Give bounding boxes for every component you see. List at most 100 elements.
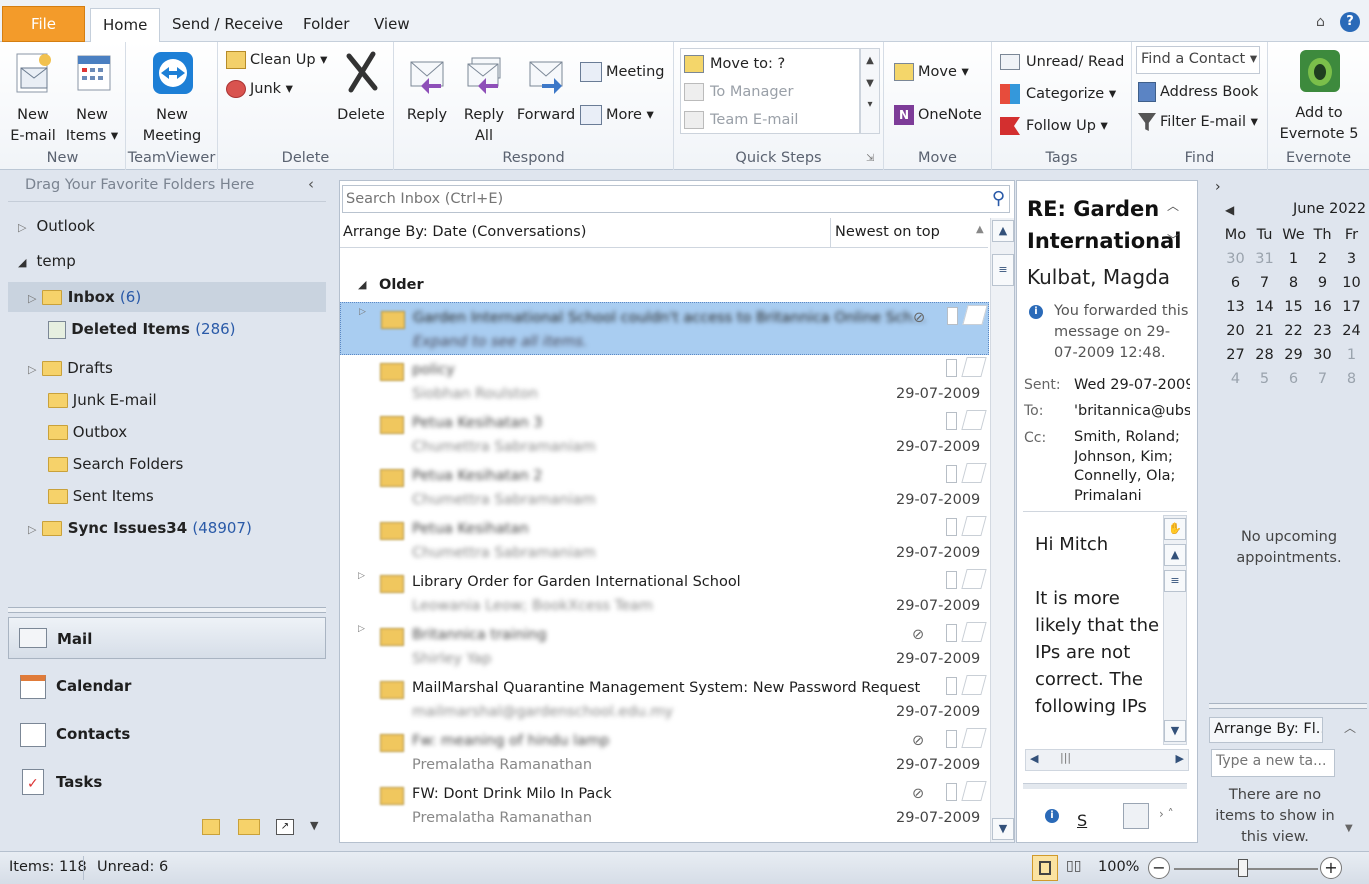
search-icon[interactable]: ⚲ [992,188,1005,209]
flag-icon[interactable] [961,463,987,483]
calendar-day[interactable]: 30 [1308,343,1337,367]
calendar-day[interactable]: 3 [1337,247,1366,271]
task-scroll-up-icon[interactable]: ︿ [1344,719,1356,736]
calendar-day[interactable]: 13 [1221,295,1250,319]
folder-outbox[interactable]: Outbox [48,423,127,441]
calendar-day[interactable]: 6 [1221,271,1250,295]
zoom-slider-thumb[interactable] [1238,859,1248,877]
folder-outlook[interactable]: ▷ Outlook [18,217,95,235]
add-to-evernote-button[interactable]: Add to Evernote 5 [1276,48,1362,145]
shortcuts-icon[interactable]: ↗ [276,819,294,835]
unread-read-button[interactable]: Unread/ Read [1000,52,1124,72]
nav-contacts-button[interactable]: Contacts [8,717,326,757]
configure-buttons-icon[interactable]: ▼ [310,819,318,832]
flag-icon[interactable] [961,357,987,377]
delete-button[interactable]: Delete [334,48,388,126]
calendar-day[interactable]: 24 [1337,319,1366,343]
category-box[interactable] [946,677,957,695]
clean-up-button[interactable]: Clean Up ▾ [226,50,327,70]
message-row[interactable]: ▷ Britannica training Shirley Yap 29-07-200… [340,620,990,673]
task-scroll-down-icon[interactable]: ▼ [1345,823,1353,834]
tab-file[interactable]: File [2,6,85,42]
flag-icon[interactable] [961,569,987,589]
help-icon[interactable]: ? [1340,12,1360,32]
calendar-day[interactable]: 14 [1250,295,1279,319]
scroll-header-down-icon[interactable]: ﹀ [1167,231,1179,248]
folder-temp[interactable]: ◢ temp [18,252,76,270]
message-row-selected[interactable]: ▷ Garden International School couldn't a… [340,302,989,355]
reading-sender[interactable]: Kulbat, Magda [1027,265,1170,289]
todo-splitter[interactable] [1209,703,1367,709]
scroll-left-icon[interactable]: ◀ [1030,752,1038,765]
cc-value[interactable]: Smith, Roland; Johnson, Kim; Connelly, O… [1074,428,1190,506]
category-box[interactable] [946,783,957,801]
expand-icon[interactable]: ▷ [28,523,36,536]
search-input[interactable] [343,186,983,212]
calendar-day[interactable]: 31 [1250,247,1279,271]
folder-inbox[interactable]: ▷ Inbox (6) [28,288,141,306]
forward-button[interactable]: Forward [514,50,578,126]
calendar-day[interactable]: 23 [1308,319,1337,343]
expand-conversation-icon[interactable]: ▷ [359,307,366,317]
new-meeting-teamviewer-button[interactable]: New Meeting [136,48,208,147]
calendar-day[interactable]: 21 [1250,319,1279,343]
people-name[interactable]: S [1077,811,1087,830]
notes-icon[interactable] [202,819,220,835]
category-box[interactable] [946,571,957,589]
calendar-day[interactable]: 20 [1221,319,1250,343]
nav-mail-button[interactable]: Mail [8,617,326,659]
expand-icon[interactable]: ▷ [28,292,36,305]
more-respond-button[interactable]: More ▾ [580,105,654,125]
category-box[interactable] [946,465,957,483]
zoom-level[interactable]: 100% [1098,859,1139,875]
folder-search-folders[interactable]: Search Folders [48,455,183,473]
folder-deleted-items[interactable]: Deleted Items (286) [48,320,236,339]
quick-step-to-manager[interactable]: To Manager [684,82,793,102]
find-contact-box[interactable]: Find a Contact ▾ [1136,46,1260,74]
quick-step-move-to[interactable]: Move to: ? [684,54,785,74]
scroll-right-icon[interactable]: ▶ [1176,752,1184,765]
collapse-icon[interactable]: ◢ [18,256,26,269]
calendar-day[interactable]: 8 [1337,367,1366,391]
zoom-in-icon[interactable]: + [1320,857,1342,879]
prev-month-icon[interactable]: ◀ [1225,203,1234,217]
calendar-day[interactable]: 29 [1279,343,1308,367]
category-box[interactable] [946,730,957,748]
calendar-day[interactable]: 6 [1279,367,1308,391]
scroll-up-icon[interactable]: ▲ [1164,544,1186,566]
calendar-day[interactable]: 7 [1308,367,1337,391]
expand-conversation-icon[interactable]: ▷ [358,571,365,581]
new-task-input[interactable] [1216,753,1330,769]
calendar-day[interactable]: 16 [1308,295,1337,319]
folder-sync-issues[interactable]: ▷ Sync Issues34 (48907) [28,519,252,537]
minimize-ribbon-icon[interactable]: ⌂ [1316,14,1325,30]
move-button[interactable]: Move ▾ [894,62,969,82]
scroll-thumb[interactable]: ≡ [992,254,1014,286]
tab-home[interactable]: Home [90,8,161,43]
calendar-day[interactable]: 8 [1279,271,1308,295]
junk-button[interactable]: Junk ▾ [226,79,293,99]
calendar-day[interactable]: 27 [1221,343,1250,367]
new-task-box[interactable] [1211,749,1335,777]
message-row[interactable]: Petua Kesihatan Chumettra Sabramaniam 29-0… [340,514,990,567]
folder-junk[interactable]: Junk E-mail [48,391,157,409]
quick-step-team-email[interactable]: Team E-mail [684,110,798,130]
calendar-day[interactable]: 30 [1221,247,1250,271]
message-row[interactable]: Petua Kesihatan 2 Chumettra Sabramaniam 29… [340,461,990,514]
calendar-day[interactable]: 1 [1279,247,1308,271]
message-row[interactable]: FW: Dont Drink Milo In Pack Premalatha Ra… [340,779,990,832]
scroll-thumb[interactable]: ≡ [1164,570,1186,592]
people-pane-splitter[interactable] [1023,783,1187,789]
category-box[interactable] [946,624,957,642]
category-box[interactable] [946,359,957,377]
flag-icon[interactable] [961,410,987,430]
reading-scrollbar[interactable]: ✋ ▲ ≡ ▼ [1163,515,1187,745]
sort-order-label[interactable]: Newest on top [835,224,940,240]
scroll-down-icon[interactable]: ▼ [992,818,1014,840]
tab-send-receive[interactable]: Send / Receive [160,8,295,42]
nav-splitter[interactable] [8,607,326,613]
horizontal-scrollbar[interactable]: ◀ ||| ▶ [1025,749,1189,771]
scroll-down-icon[interactable]: ▼ [1164,720,1186,742]
message-row[interactable]: policy Siobhan Roulston 29-07-2009 [340,355,990,408]
task-arrange-by[interactable]: Arrange By: Fl... [1209,717,1323,743]
